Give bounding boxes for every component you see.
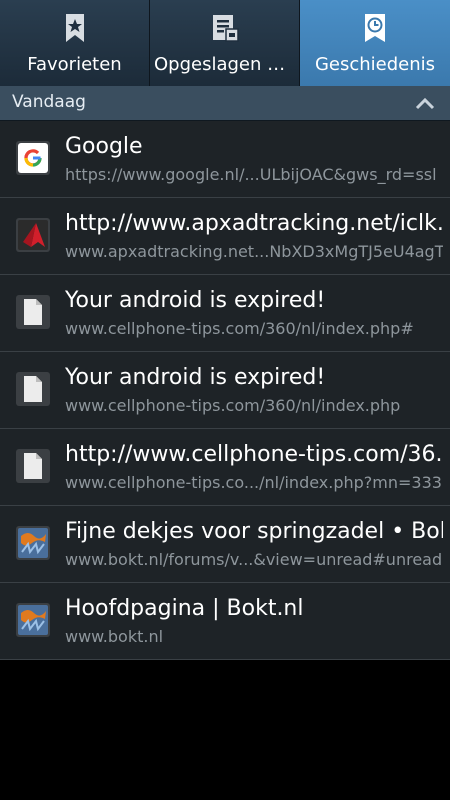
tab-opgeslagen-paginas[interactable]: Opgeslagen pa.. <box>150 0 300 86</box>
tab-geschiedenis[interactable]: Geschiedenis <box>300 0 450 86</box>
tab-favorieten[interactable]: Favorieten <box>0 0 150 86</box>
history-item[interactable]: Your android is expired! www.cellphone-t… <box>0 275 450 352</box>
tab-label: Opgeslagen pa.. <box>154 54 299 75</box>
history-item-title: Your android is expired! <box>65 365 326 390</box>
history-item-url: www.bokt.nl <box>65 627 164 646</box>
history-item[interactable]: Google https://www.google.nl/...ULbijOAC… <box>0 121 450 198</box>
history-item-url: www.cellphone-tips.com/360/nl/index.php# <box>65 319 414 338</box>
star-bookmark-icon <box>65 14 84 42</box>
history-item-title: Hoofdpagina | Bokt.nl <box>65 596 304 621</box>
apx-icon <box>16 218 50 252</box>
history-item[interactable]: Fijne dekjes voor springzadel • Bok... w… <box>0 506 450 583</box>
section-header-today[interactable]: Vandaag <box>0 86 450 121</box>
page-icon <box>16 295 50 329</box>
section-title: Vandaag <box>12 92 86 112</box>
history-item-title: Google <box>65 134 143 159</box>
history-item-url: www.apxadtracking.net...NbXD3xMgTJ5eU4ag… <box>65 242 443 261</box>
tab-bar: Favorieten Opgeslagen pa.. Geschiedenis <box>0 0 450 86</box>
tab-label: Geschiedenis <box>314 54 436 75</box>
history-item-url: https://www.google.nl/...ULbijOAC&gws_rd… <box>65 165 437 184</box>
history-item[interactable]: http://www.apxadtracking.net/iclk... www… <box>0 198 450 275</box>
page-icon <box>16 372 50 406</box>
history-list: Google https://www.google.nl/...ULbijOAC… <box>0 121 450 660</box>
history-item[interactable]: http://www.cellphone-tips.com/36... www.… <box>0 429 450 506</box>
saved-pages-icon <box>212 15 239 42</box>
history-clock-icon <box>365 14 385 42</box>
history-item-url: www.cellphone-tips.co.../nl/index.php?mn… <box>65 473 442 492</box>
history-item-title: http://www.apxadtracking.net/iclk... <box>65 211 443 236</box>
history-item-title: Fijne dekjes voor springzadel • Bok... <box>65 519 443 544</box>
history-item[interactable]: Hoofdpagina | Bokt.nl www.bokt.nl <box>0 583 450 660</box>
bokt-icon <box>16 603 50 637</box>
browser-history-screen: Favorieten Opgeslagen pa.. Geschiedenis … <box>0 0 450 800</box>
page-icon <box>16 449 50 483</box>
history-item-title: Your android is expired! <box>65 288 326 313</box>
history-item-title: http://www.cellphone-tips.com/36... <box>65 442 443 467</box>
chevron-up-icon[interactable] <box>414 94 436 112</box>
google-icon <box>16 141 50 175</box>
history-item-url: www.bokt.nl/forums/v...&view=unread#unre… <box>65 550 443 569</box>
history-item[interactable]: Your android is expired! www.cellphone-t… <box>0 352 450 429</box>
tab-label: Favorieten <box>27 54 122 75</box>
bokt-icon <box>16 526 50 560</box>
history-item-url: www.cellphone-tips.com/360/nl/index.php <box>65 396 401 415</box>
